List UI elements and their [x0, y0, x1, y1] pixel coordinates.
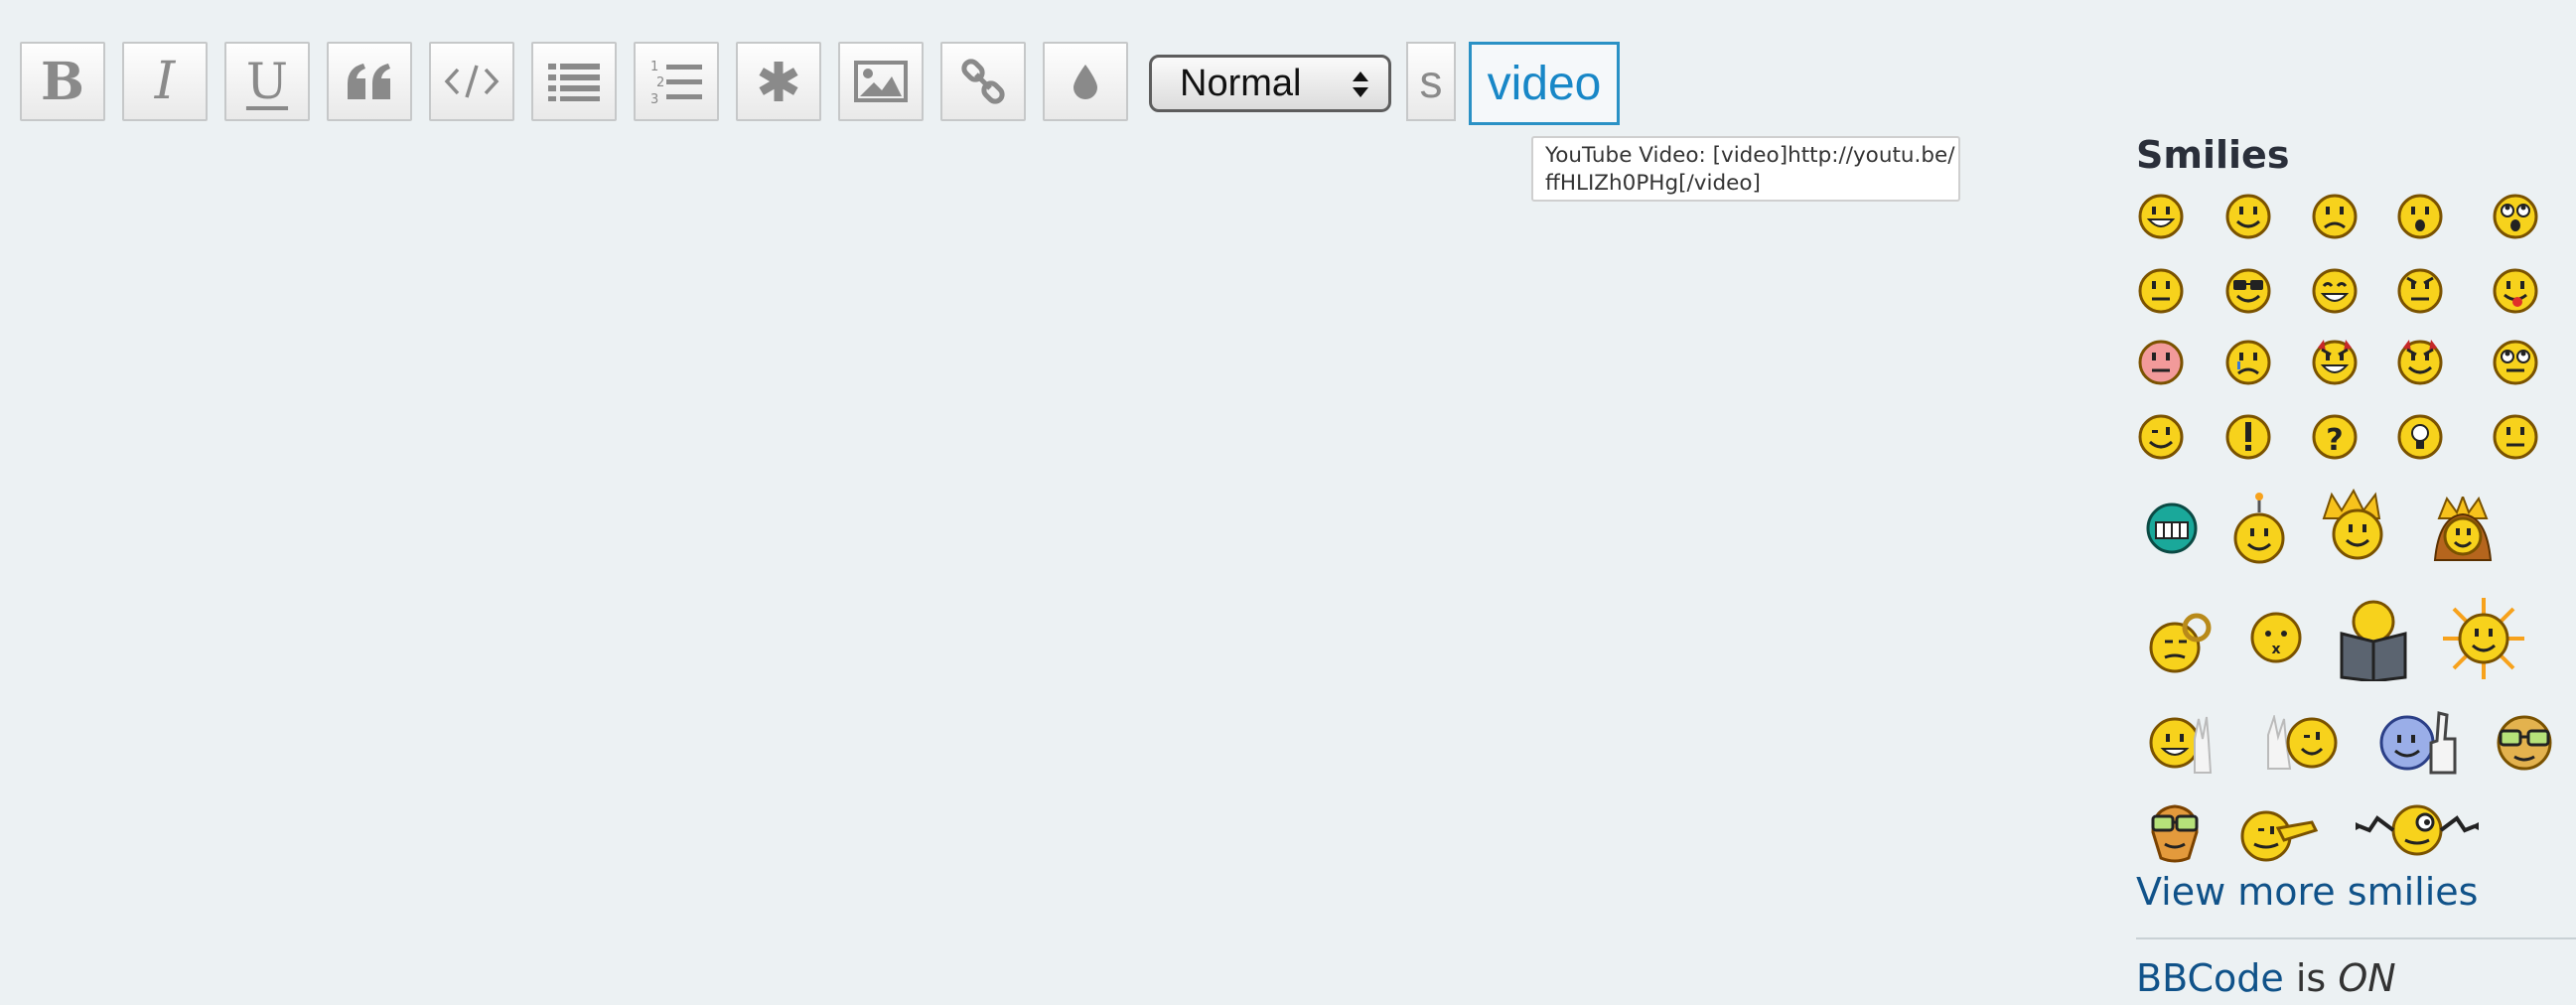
smile-icon[interactable]	[2223, 192, 2273, 241]
razz-icon[interactable]	[2491, 266, 2540, 316]
svg-text:x: x	[2271, 642, 2280, 657]
grin-icon[interactable]	[2136, 192, 2186, 241]
wink-icon[interactable]	[2136, 412, 2186, 462]
svg-text:3: 3	[650, 92, 658, 105]
green-grin-icon[interactable]	[2144, 501, 2200, 556]
exclaim-icon[interactable]	[2223, 412, 2273, 462]
bold-label: B	[41, 51, 84, 112]
color-drop-icon	[1073, 65, 1097, 99]
king-icon[interactable]	[2318, 489, 2389, 564]
thumbs-up-icon[interactable]	[2375, 709, 2459, 775]
smilies-title: Smilies	[2136, 133, 2290, 177]
key-face-icon[interactable]	[2145, 608, 2215, 677]
underline-label: U	[245, 53, 289, 110]
ordered-list-icon: 1 2 3	[650, 60, 702, 105]
twisted-icon[interactable]	[2395, 338, 2445, 387]
pointing-icon[interactable]	[2238, 806, 2318, 862]
italic-label: I	[154, 52, 176, 111]
tooltip-line-1: YouTube Video: [video]http://youtu.be/	[1545, 143, 1955, 168]
wave-icon[interactable]	[2264, 715, 2340, 771]
quote-icon	[348, 64, 390, 99]
dancing-icon[interactable]	[2356, 800, 2479, 860]
list-icon	[548, 64, 600, 101]
reading-icon[interactable]	[2338, 598, 2409, 681]
neutral-icon[interactable]	[2491, 412, 2540, 462]
color-button[interactable]	[1043, 42, 1128, 121]
geek-icon[interactable]	[2145, 802, 2205, 864]
mad-icon[interactable]	[2395, 266, 2445, 316]
view-more-smilies-link[interactable]: View more smilies	[2136, 870, 2478, 914]
italic-button[interactable]: I	[122, 42, 208, 121]
link-button[interactable]	[940, 42, 1026, 121]
code-button[interactable]	[429, 42, 514, 121]
code-icon	[444, 65, 500, 98]
sad-icon[interactable]	[2310, 192, 2360, 241]
video-button[interactable]: video	[1469, 42, 1620, 125]
video-tooltip: YouTube Video: [video]http://youtu.be/ f…	[1531, 136, 1960, 202]
font-size-value: Normal	[1180, 62, 1302, 104]
idea-icon[interactable]	[2395, 412, 2445, 462]
bbcode-status: BBCode is ON	[2136, 956, 2396, 1000]
select-arrows-icon	[1353, 72, 1368, 97]
queen-icon[interactable]	[2429, 497, 2497, 562]
underline-button[interactable]: U	[224, 42, 310, 121]
svg-text:?: ?	[2326, 423, 2343, 458]
surprised-icon[interactable]	[2395, 192, 2445, 241]
redface-icon[interactable]	[2136, 338, 2186, 387]
strike-label: s	[1419, 56, 1443, 107]
nerd-icon[interactable]	[2495, 713, 2554, 773]
bold-button[interactable]: B	[20, 42, 105, 121]
confused-icon[interactable]	[2136, 266, 2186, 316]
eek-icon[interactable]	[2491, 192, 2540, 241]
laughing-icon[interactable]	[2310, 266, 2360, 316]
peace-icon[interactable]	[2145, 709, 2215, 775]
link-icon	[961, 59, 1005, 104]
sun-icon[interactable]	[2441, 596, 2526, 681]
asterisk-icon	[759, 62, 798, 101]
bbcode-is: is	[2295, 956, 2327, 1000]
list-button[interactable]	[531, 42, 617, 121]
image-icon	[854, 61, 908, 102]
svg-text:1: 1	[650, 60, 658, 74]
bomb-icon[interactable]	[2231, 491, 2287, 566]
bbcode-link[interactable]: BBCode	[2136, 956, 2284, 1000]
font-size-select[interactable]: Normal	[1149, 55, 1391, 112]
video-label: video	[1487, 57, 1602, 110]
divider	[2136, 937, 2576, 939]
bbcode-state: ON	[2338, 956, 2396, 1000]
cry-icon[interactable]	[2223, 338, 2273, 387]
shock-icon[interactable]: x	[2248, 610, 2304, 665]
cool-icon[interactable]	[2223, 266, 2273, 316]
rolleyes-icon[interactable]	[2491, 338, 2540, 387]
strike-button[interactable]: s	[1406, 42, 1456, 121]
tooltip-line-2: ffHLIZh0PHg[/video]	[1545, 171, 1761, 196]
question-icon[interactable]: ?	[2310, 412, 2360, 462]
image-button[interactable]	[838, 42, 924, 121]
svg-text:2: 2	[656, 75, 664, 90]
evil-icon[interactable]	[2310, 338, 2360, 387]
ordered-list-button[interactable]: 1 2 3	[634, 42, 719, 121]
list-item-button[interactable]	[736, 42, 821, 121]
quote-button[interactable]	[327, 42, 412, 121]
